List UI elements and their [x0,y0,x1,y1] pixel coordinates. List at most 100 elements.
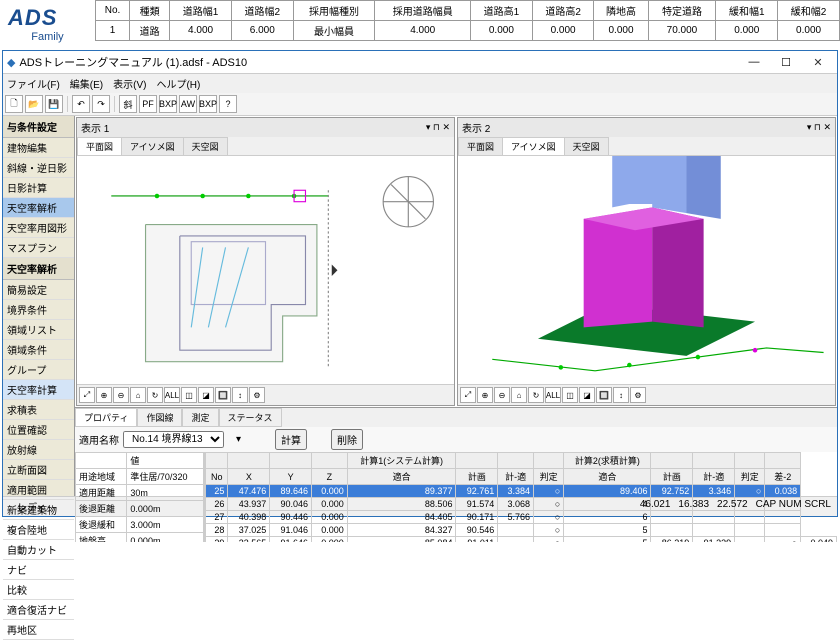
redo-icon[interactable]: ↷ [92,95,110,113]
view-tool-button[interactable]: ⤢ [460,387,476,403]
close-button[interactable]: ✕ [803,53,833,71]
calculation-table[interactable]: 計算1(システム計算)計算2(求積計算)NoXYZ適合計画計-適判定適合計画計-… [205,452,837,542]
cell: 0.000 [778,21,840,41]
view-tool-button[interactable]: ⊕ [477,387,493,403]
tool-aw[interactable]: AW [179,95,197,113]
tool-pf[interactable]: PF [139,95,157,113]
view-tab[interactable]: 平面図 [77,137,122,155]
tool-bxp1[interactable]: BXP [159,95,177,113]
view-tool-button[interactable]: ⚙ [630,387,646,403]
sidebar-item[interactable]: 適用範囲 [3,480,74,500]
plan-view-canvas[interactable] [77,156,454,384]
view-tool-button[interactable]: ⚙ [249,387,265,403]
sidebar-item[interactable]: 位置確認 [3,420,74,440]
panel-tab[interactable]: 測定 [182,408,218,427]
view-tool-button[interactable]: ◫ [562,387,578,403]
sidebar-item[interactable]: グループ [3,360,74,380]
view-tool-button[interactable]: ↻ [147,387,163,403]
undo-icon[interactable]: ↶ [72,95,90,113]
table-row[interactable]: 2547.47689.6460.00089.37792.7613.384○89.… [206,485,837,498]
sidebar-item[interactable]: 天空率計算 [3,380,74,400]
tool-bxp2[interactable]: BXP [199,95,217,113]
logo-main: ADS [8,5,87,31]
sidebar-item[interactable]: 複合陸地 [3,520,74,540]
calc-button[interactable]: 計算 [275,429,307,450]
col-header: 種類 [130,1,170,21]
sidebar-item[interactable]: ナビ [3,560,74,580]
sidebar-item[interactable]: 簡易設定 [3,280,74,300]
sidebar-item[interactable]: 適合復活ナビ [3,600,74,620]
minimize-button[interactable]: — [739,53,769,71]
table-row[interactable]: 2933.56591.6460.00085.08491.011○586.2199… [206,537,837,543]
menu-item[interactable]: ファイル(F) [7,76,60,91]
sidebar-item[interactable]: 立断面図 [3,460,74,480]
sidebar-item[interactable]: 天空率用図形 [3,218,74,238]
col-header: 道路幅1 [170,1,232,21]
status-ready: レディ [17,499,46,514]
delete-button[interactable]: 削除 [331,429,363,450]
view-tool-button[interactable]: ◪ [579,387,595,403]
menu-item[interactable]: 表示(V) [113,76,146,91]
sel-label: 適用名称 [79,432,119,447]
property-table: 値用途地域準住居/70/320適用距離30m後退距離0.000m後退緩和3.00… [75,452,205,542]
view-tool-button[interactable]: ↻ [528,387,544,403]
pin-icon[interactable]: ▾ ⊓ ✕ [426,122,450,133]
menu-item[interactable]: 編集(E) [70,76,103,91]
view-pane-2: 表示 2 ▾ ⊓ ✕ 平面図アイソメ図天空図 [457,117,836,406]
col-header: 隣地高 [594,1,648,21]
top-data-table: No.種類道路幅1道路幅2採用幅種別採用道路幅員道路高1道路高2隣地高特定道路緩… [95,0,840,41]
sidebar-item[interactable]: 斜線・逆日影 [3,158,74,178]
view-tool-button[interactable]: ◪ [198,387,214,403]
sidebar-item[interactable]: 領域リスト [3,320,74,340]
open-icon[interactable]: 📂 [25,95,43,113]
view-tool-button[interactable]: ALL [545,387,561,403]
iso-view-canvas[interactable] [458,156,835,384]
view-tool-button[interactable]: ⌂ [130,387,146,403]
sidebar-item[interactable]: 境界条件 [3,300,74,320]
col-header: 緩和幅1 [716,1,778,21]
panel-tab[interactable]: 作図線 [137,408,182,427]
tool-sha[interactable]: 斜 [119,95,137,113]
sidebar-item[interactable]: 建物編集 [3,138,74,158]
view-tool-button[interactable]: 🔲 [596,387,612,403]
view-tool-button[interactable]: ◫ [181,387,197,403]
sidebar-item[interactable]: 天空率解析 [3,198,74,218]
view-tool-button[interactable]: ALL [164,387,180,403]
sidebar-item[interactable]: 日影計算 [3,178,74,198]
view-tool-button[interactable]: ⊕ [96,387,112,403]
maximize-button[interactable]: ☐ [771,53,801,71]
view2-title: 表示 2 [462,120,490,135]
sidebar-item[interactable]: 求積表 [3,400,74,420]
sidebar-item[interactable]: 領域条件 [3,340,74,360]
view-tool-button[interactable]: ⊖ [494,387,510,403]
view-tab[interactable]: アイソメ図 [502,137,565,155]
help-icon[interactable]: ? [219,95,237,113]
save-icon[interactable]: 💾 [45,95,63,113]
coord-z: 22.572 [717,499,748,514]
panel-tab[interactable]: ステータス [219,408,282,427]
new-icon[interactable]: 🗋 [5,95,23,113]
view-tool-button[interactable]: ⤢ [79,387,95,403]
view-tool-button[interactable]: ⊖ [113,387,129,403]
cell: 0.000 [471,21,533,41]
pin-icon[interactable]: ▾ ⊓ ✕ [807,122,831,133]
sidebar-item[interactable]: 比較 [3,580,74,600]
cell: 0.000 [594,21,648,41]
view-tab[interactable]: 天空図 [183,137,228,155]
status-caps: CAP NUM SCRL [756,499,831,514]
view-tab[interactable]: 天空図 [564,137,609,155]
sidebar-item[interactable]: マスプラン [3,238,74,258]
sidebar-item[interactable]: 放射線 [3,440,74,460]
menu-item[interactable]: ヘルプ(H) [156,76,200,91]
panel-tab[interactable]: プロパティ [75,408,137,427]
view-tool-button[interactable]: ↕ [232,387,248,403]
view-tool-button[interactable]: 🔲 [215,387,231,403]
view-tool-button[interactable]: ⌂ [511,387,527,403]
sidebar-item[interactable]: 再地区 [3,620,74,640]
sidebar-item[interactable]: 自動カット [3,540,74,560]
boundary-select[interactable]: No.14 境界線13 [123,431,224,448]
view-tab[interactable]: アイソメ図 [121,137,184,155]
view-tool-button[interactable]: ↕ [613,387,629,403]
table-row[interactable]: 2837.02591.0460.00084.32790.546○5 [206,524,837,537]
view-tab[interactable]: 平面図 [458,137,503,155]
